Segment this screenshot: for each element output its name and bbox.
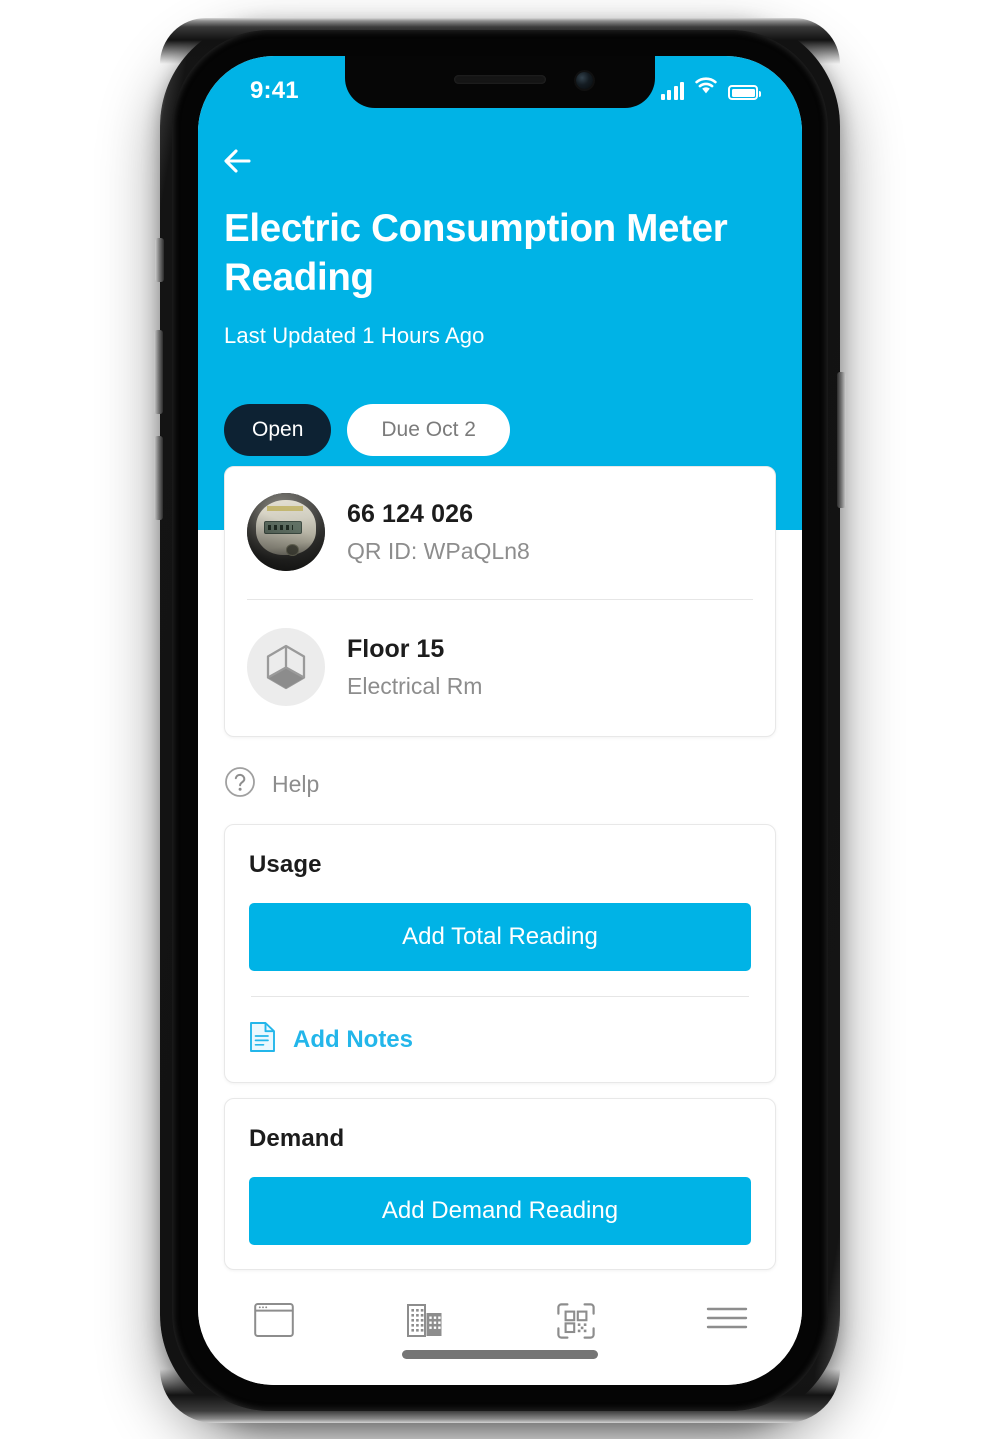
phone-notch [345,56,655,108]
location-name: Floor 15 [347,634,445,663]
back-button[interactable] [222,138,284,184]
meter-info-card: 66 124 026 QR ID: WPaQLn8 Floor 15 Elect… [224,466,776,737]
page-header: Electric Consumption Meter Reading Last … [224,204,780,349]
document-icon [249,1021,276,1058]
nav-item-buildings[interactable] [349,1301,500,1339]
silent-switch-button[interactable] [155,238,164,282]
power-button[interactable] [837,372,846,508]
help-label: Help [272,771,320,797]
window-icon [253,1303,294,1337]
add-notes-label: Add Notes [293,1025,413,1053]
meter-identity-row[interactable]: 66 124 026 QR ID: WPaQLn8 [247,467,753,599]
meter-text-group: 66 124 026 QR ID: WPaQLn8 [347,500,530,565]
navigation-bar [198,138,284,184]
front-camera-icon [576,72,593,89]
usage-divider [251,996,749,997]
earpiece-speaker-icon [454,75,546,84]
help-link[interactable]: Help [224,766,319,803]
volume-up-button[interactable] [154,330,163,414]
usage-section-title: Usage [249,851,322,878]
meter-qr-id: QR ID: WPaQLn8 [347,537,530,564]
demand-section-title: Demand [249,1125,345,1152]
screenshot-stage: 9:41 Electric Consumption Meter Reading … [0,0,1000,1439]
add-demand-reading-button[interactable]: Add Demand Reading [249,1177,751,1245]
buildings-icon [406,1304,441,1337]
last-updated-text: Last Updated 1 Hours Ago [224,322,485,348]
nav-item-menu[interactable] [651,1301,802,1335]
qr-scan-icon [556,1303,595,1339]
meter-location-row[interactable]: Floor 15 Electrical Rm [247,600,753,736]
electric-meter-photo [247,493,325,571]
cube-icon [247,628,325,706]
status-pills: Open Due Oct 2 [224,404,510,456]
location-sublabel: Electrical Rm [347,672,483,699]
volume-down-button[interactable] [154,436,163,520]
page-title: Electric Consumption Meter Reading [224,207,728,300]
due-date-badge[interactable]: Due Oct 2 [347,404,510,456]
status-badge-open[interactable]: Open [224,404,332,456]
add-notes-link[interactable]: Add Notes [249,1021,751,1058]
add-total-reading-button[interactable]: Add Total Reading [249,903,751,971]
bottom-navigation-bar [198,1283,802,1385]
demand-card: Demand Add Demand Reading [224,1098,776,1270]
location-text-group: Floor 15 Electrical Rm [347,635,482,700]
phone-screen: 9:41 Electric Consumption Meter Reading … [198,56,802,1385]
hamburger-menu-icon [706,1307,747,1329]
home-indicator[interactable] [402,1350,598,1359]
meter-number: 66 124 026 [347,499,474,528]
nav-item-scan[interactable] [500,1301,651,1341]
back-arrow-icon [224,149,251,173]
usage-card: Usage Add Total Reading Add Notes [224,824,776,1083]
nav-item-dashboard[interactable] [198,1301,349,1339]
question-mark-circle-icon [224,766,256,803]
